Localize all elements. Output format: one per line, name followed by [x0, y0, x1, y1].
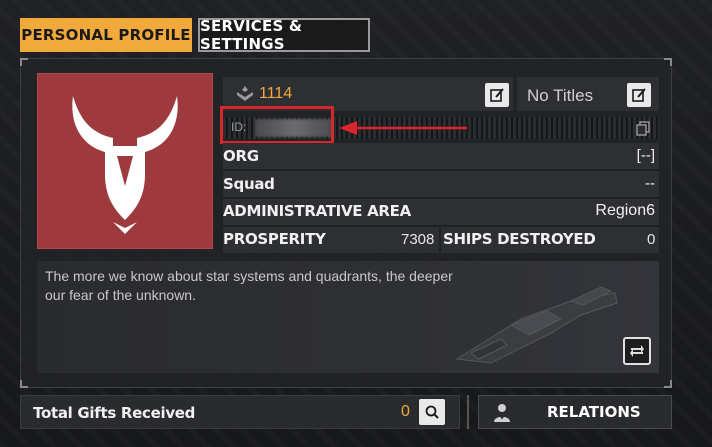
swap-icon: [630, 345, 644, 357]
tab-services-settings[interactable]: SERVICES & SETTINGS: [198, 17, 370, 53]
org-value: [--]: [636, 147, 655, 164]
gifts-bar: Total Gifts Received 0: [20, 395, 460, 429]
gifts-search-button[interactable]: [419, 399, 445, 425]
profile-panel: 1114 No Titles ID: ORG [--] Squad -- ADM…: [20, 58, 672, 388]
gifts-count: 0: [401, 403, 410, 420]
ship-image: [455, 286, 618, 364]
relations-icon: [494, 404, 510, 422]
tab-personal-profile[interactable]: PERSONAL PROFILE: [20, 18, 192, 52]
relations-label: RELATIONS: [547, 403, 641, 421]
ships-value: 0: [647, 231, 656, 248]
panel-corner: [20, 58, 28, 66]
titles-value: No Titles: [527, 86, 594, 105]
squad-label: Squad: [223, 175, 275, 193]
edit-icon: [490, 88, 504, 102]
edit-icon: [632, 88, 646, 102]
gifts-label: Total Gifts Received: [33, 404, 196, 422]
area-value: Region6: [595, 202, 655, 219]
edit-name-button[interactable]: [485, 83, 509, 107]
rank-icon: [237, 86, 253, 101]
id-highlight-box: [220, 106, 334, 144]
level-value: 1114: [259, 85, 293, 102]
ships-label: SHIPS DESTROYED: [443, 230, 596, 248]
squad-row: [223, 171, 659, 197]
copy-icon[interactable]: [635, 120, 651, 136]
avatar[interactable]: [37, 73, 213, 249]
prosperity-label: PROSPERITY: [223, 230, 326, 248]
panel-corner: [664, 58, 672, 66]
change-background-button[interactable]: [623, 337, 651, 365]
panel-corner: [664, 380, 672, 388]
org-row: [223, 143, 659, 169]
arrow-icon: [339, 121, 467, 135]
search-icon: [425, 405, 439, 419]
edit-title-button[interactable]: [627, 83, 651, 107]
org-label: ORG: [223, 147, 259, 165]
area-label: ADMINISTRATIVE AREA: [223, 202, 411, 220]
relations-button[interactable]: RELATIONS: [478, 395, 672, 429]
divider: [467, 395, 469, 429]
prosperity-value: 7308: [401, 231, 435, 248]
emblem-icon: [72, 96, 178, 234]
signature-text: The more we know about star systems and …: [45, 268, 453, 303]
squad-value: --: [645, 175, 655, 192]
panel-corner: [20, 380, 28, 388]
